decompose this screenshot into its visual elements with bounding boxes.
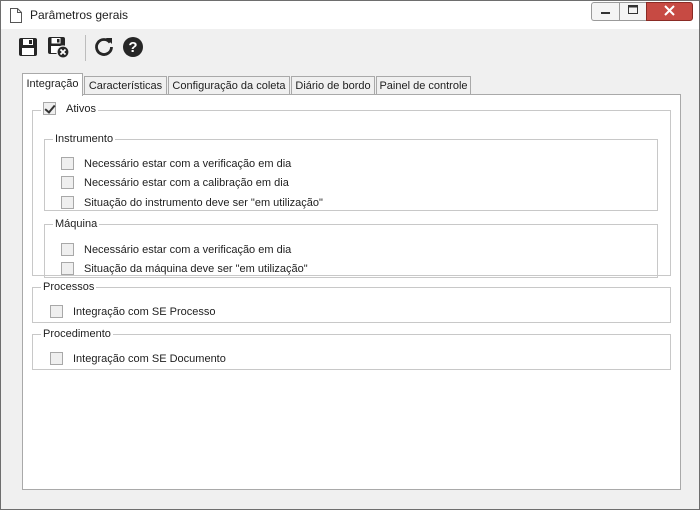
- minimize-button[interactable]: [591, 2, 619, 21]
- instrumento-situacao-row[interactable]: Situação do instrumento deve ser "em uti…: [61, 196, 323, 209]
- ativos-group: Ativos Instrumento Necessário estar com …: [32, 102, 671, 278]
- integracao-se-processo-checkbox[interactable]: [50, 305, 63, 318]
- maximize-button[interactable]: [619, 2, 646, 21]
- procedimento-group: Procedimento Integração com SE Documento: [32, 328, 671, 370]
- svg-text:?: ?: [128, 39, 137, 56]
- save-button[interactable]: [15, 35, 41, 61]
- integracao-se-processo-row[interactable]: Integração com SE Processo: [50, 305, 215, 318]
- checkbox-label: Necessário estar com a calibração em dia: [84, 176, 289, 189]
- checkbox-label: Situação da máquina deve ser "em utiliza…: [84, 262, 308, 275]
- refresh-button[interactable]: [91, 35, 117, 61]
- save-and-close-button[interactable]: [45, 35, 71, 61]
- instrumento-group: Instrumento Necessário estar com a verif…: [44, 133, 658, 211]
- checkbox-label: Necessário estar com a verificação em di…: [84, 157, 292, 170]
- toolbar: ?: [1, 29, 699, 69]
- processos-legend: Processos: [43, 281, 95, 293]
- save-icon: [17, 36, 39, 61]
- tab-configuracao-da-coleta[interactable]: Configuração da coleta: [168, 76, 290, 95]
- instrumento-calibracao-row[interactable]: Necessário estar com a calibração em dia: [61, 176, 289, 189]
- toolbar-separator: [85, 35, 86, 61]
- checkbox-label: Situação do instrumento deve ser "em uti…: [84, 196, 323, 209]
- maquina-legend: Máquina: [55, 218, 98, 230]
- integracao-se-documento-row[interactable]: Integração com SE Documento: [50, 352, 226, 365]
- instrumento-verificacao-checkbox[interactable]: [61, 157, 74, 170]
- document-icon: [10, 8, 22, 23]
- minimize-icon: [600, 6, 611, 18]
- processos-group: Processos Integração com SE Processo: [32, 281, 671, 323]
- checkbox-label: Integração com SE Documento: [73, 352, 226, 365]
- parametros-gerais-window: Parâmetros gerais ? Integração Caracterí…: [0, 0, 700, 510]
- tab-integracao[interactable]: Integração: [22, 73, 83, 96]
- title-bar: Parâmetros gerais: [1, 1, 699, 29]
- help-icon: ?: [122, 36, 144, 61]
- tab-diario-de-bordo[interactable]: Diário de bordo: [291, 76, 375, 95]
- maquina-situacao-checkbox[interactable]: [61, 262, 74, 275]
- tab-caracteristicas[interactable]: Características: [84, 76, 167, 95]
- maquina-situacao-row[interactable]: Situação da máquina deve ser "em utiliza…: [61, 262, 308, 275]
- integracao-se-documento-checkbox[interactable]: [50, 352, 63, 365]
- save-and-close-icon: [46, 35, 70, 62]
- instrumento-legend: Instrumento: [55, 133, 114, 145]
- ativos-legend: Ativos: [41, 102, 98, 118]
- ativos-checkbox-row[interactable]: Ativos: [43, 102, 96, 115]
- close-button[interactable]: [646, 2, 693, 21]
- refresh-icon: [93, 36, 115, 61]
- maquina-group: Máquina Necessário estar com a verificaç…: [44, 218, 658, 278]
- tab-painel-de-controle[interactable]: Painel de controle: [376, 76, 471, 95]
- close-icon: [664, 4, 675, 19]
- instrumento-calibracao-checkbox[interactable]: [61, 176, 74, 189]
- maquina-verificacao-row[interactable]: Necessário estar com a verificação em di…: [61, 243, 291, 256]
- window-title: Parâmetros gerais: [30, 8, 129, 22]
- ativos-label: Ativos: [66, 102, 96, 115]
- checkbox-label: Integração com SE Processo: [73, 305, 216, 318]
- tab-panel-integracao: Ativos Instrumento Necessário estar com …: [22, 94, 681, 490]
- instrumento-situacao-checkbox[interactable]: [61, 196, 74, 209]
- help-button[interactable]: ?: [120, 35, 146, 61]
- procedimento-legend: Procedimento: [43, 328, 111, 340]
- checkbox-label: Necessário estar com a verificação em di…: [84, 243, 292, 256]
- instrumento-verificacao-row[interactable]: Necessário estar com a verificação em di…: [61, 157, 291, 170]
- maximize-icon: [627, 5, 639, 18]
- ativos-checkbox[interactable]: [43, 102, 56, 115]
- maquina-verificacao-checkbox[interactable]: [61, 243, 74, 256]
